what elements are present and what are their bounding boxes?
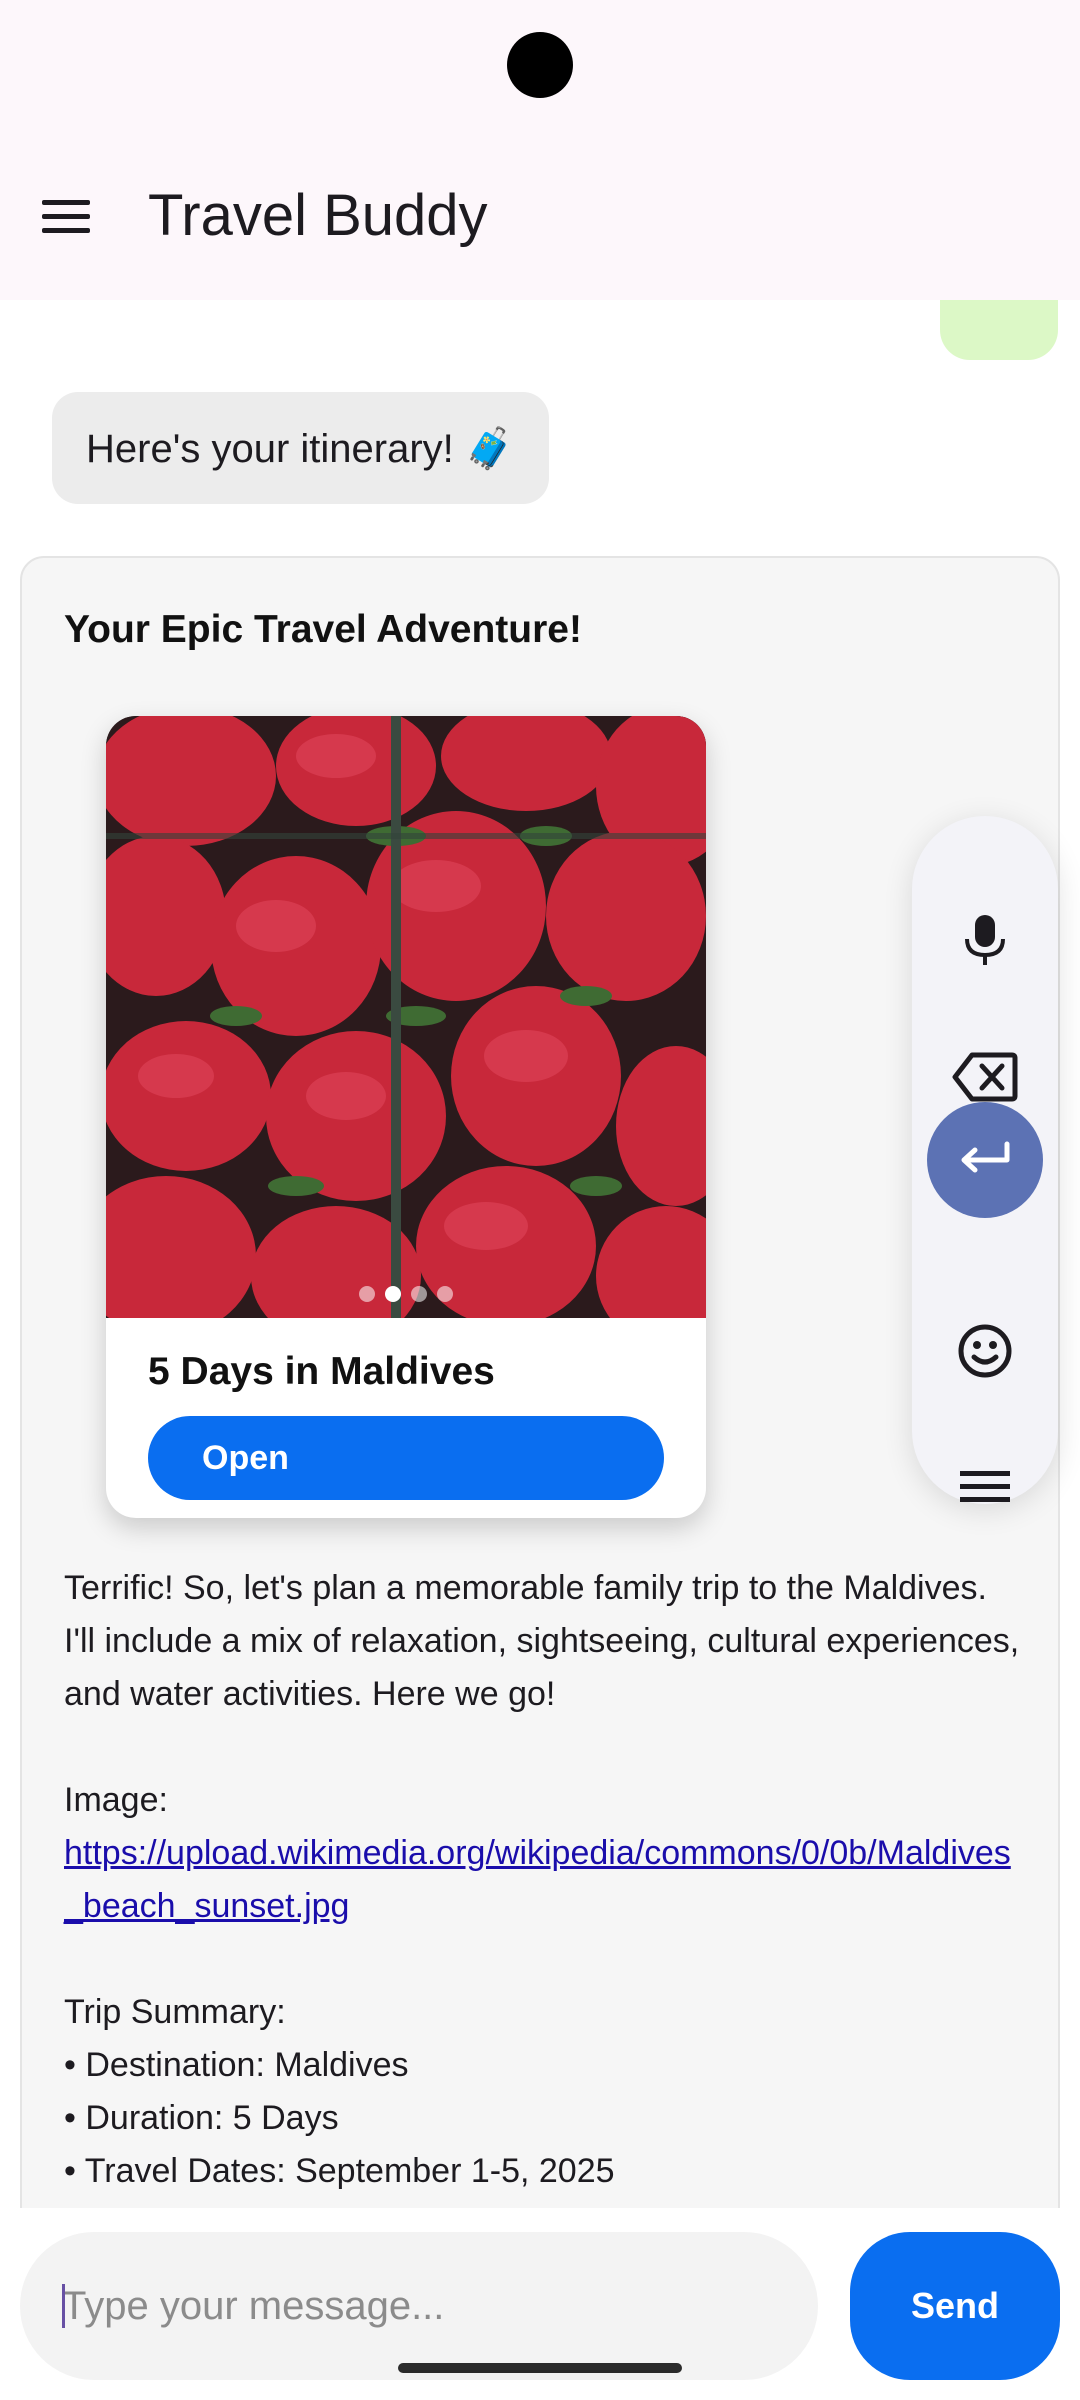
home-indicator[interactable] — [398, 2363, 682, 2373]
status-bar — [0, 0, 1080, 130]
emoji-icon[interactable] — [930, 1296, 1040, 1406]
bot-message-bubble: Here's your itinerary! 🧳 — [52, 392, 549, 504]
bot-message-text: Here's your itinerary! 🧳 — [86, 426, 515, 471]
carousel-dot[interactable] — [437, 1286, 453, 1302]
carousel-dot[interactable] — [359, 1286, 375, 1302]
itinerary-message: Terrific! So, let's plan a memorable fam… — [64, 1562, 1024, 2198]
menu-icon[interactable] — [930, 1432, 1040, 1542]
itinerary-intro: Terrific! So, let's plan a memorable fam… — [64, 1569, 1020, 1713]
message-input[interactable] — [20, 2232, 818, 2380]
open-button[interactable]: Open — [148, 1416, 664, 1500]
image-label: Image: — [64, 1781, 168, 1819]
destination-name: 5 Days in Maldives — [148, 1350, 495, 1393]
summary-item: • Travel Dates: September 1-5, 2025 — [64, 2152, 615, 2190]
card-title: Your Epic Travel Adventure! — [64, 608, 582, 651]
summary-item: • Duration: 5 Days — [64, 2099, 339, 2137]
app-bar: Travel Buddy — [0, 130, 1080, 300]
screen: Travel Buddy Here's your itinerary! 🧳 Yo… — [0, 0, 1080, 2400]
carousel-dot[interactable] — [385, 1286, 401, 1302]
summary-heading: Trip Summary: — [64, 1993, 286, 2031]
destination-image — [106, 716, 706, 1318]
carousel-dot[interactable] — [411, 1286, 427, 1302]
text-caret — [62, 2284, 65, 2328]
summary-item: • Destination: Maldives — [64, 2046, 409, 2084]
floating-keyboard-toolbar — [912, 816, 1058, 1504]
enter-icon[interactable] — [927, 1102, 1043, 1218]
hamburger-menu-icon[interactable] — [42, 186, 102, 246]
send-button[interactable]: Send — [850, 2232, 1060, 2380]
user-message-bubble — [940, 300, 1058, 360]
carousel-dots[interactable] — [106, 1286, 706, 1302]
mic-icon[interactable] — [930, 886, 1040, 996]
camera-cutout — [507, 32, 573, 98]
destination-card[interactable]: 5 Days in Maldives Open — [106, 716, 706, 1518]
itinerary-card: Your Epic Travel Adventure! 5 Days in Ma… — [20, 556, 1060, 2208]
image-link[interactable]: https://upload.wikimedia.org/wikipedia/c… — [64, 1834, 1011, 1925]
app-title: Travel Buddy — [148, 183, 488, 248]
